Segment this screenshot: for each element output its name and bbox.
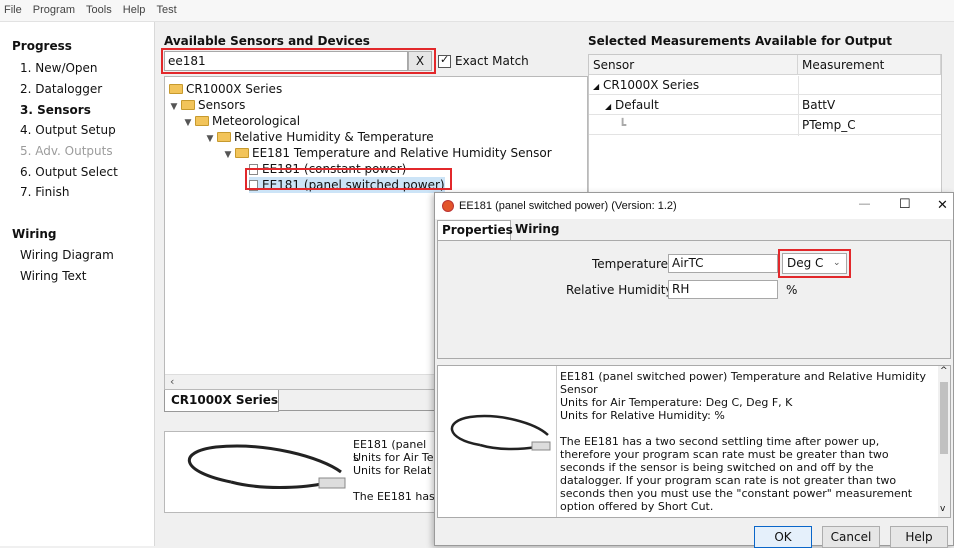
scroll-up-icon[interactable]: ^ [940,366,948,376]
description-scrollbar[interactable]: ^ v [938,366,950,517]
exact-match-label: Exact Match [455,54,529,68]
scroll-thumb[interactable] [940,382,948,454]
table-row-series[interactable]: ◢ CR1000X Series [589,76,941,95]
sensor-preview-pane: EE181 (panel s Units for Air Te Units fo… [164,431,436,513]
folder-open-icon [195,116,209,126]
menu-program[interactable]: Program [29,0,79,16]
desc-line: datalogger. If your program scan rate is… [560,474,897,487]
desc-line: Units for Relative Humidity: % [560,409,725,422]
step-output-setup[interactable]: 4. Output Setup [20,123,116,137]
wiring-diagram-link[interactable]: Wiring Diagram [20,248,114,262]
relative-humidity-label: Relative Humidity [566,283,673,297]
selected-sensor-highlight [245,168,452,190]
close-icon[interactable]: ✕ [937,197,948,213]
temperature-label: Temperature [592,257,669,271]
menu-bar: File Program Tools Help Test [0,0,954,22]
measurement-ptemp[interactable]: PTemp_C [798,116,941,135]
tab-properties[interactable]: Properties [437,220,513,240]
sensor-image [187,444,346,489]
scroll-left-icon[interactable]: ‹ [170,375,174,388]
tree-node-root[interactable]: CR1000X Series [169,81,282,97]
menu-tools[interactable]: Tools [82,0,116,16]
chevron-down-icon[interactable]: ▼ [205,131,215,147]
clear-search-button[interactable]: X [408,51,432,71]
tree-connector: ┗ [589,116,798,135]
selected-measurements-title: Selected Measurements Available for Outp… [588,34,892,48]
collapse-triangle-icon[interactable]: ◢ [593,82,599,91]
desc-line: The EE181 has a two second settling time… [560,435,880,448]
menu-file[interactable]: File [0,0,26,16]
chevron-down-icon[interactable]: ▼ [183,115,193,131]
preview-line-4: The EE181 has [353,490,435,503]
selected-measurements-table: Sensor Measurement ◢ CR1000X Series ◢ De… [588,54,942,194]
col-header-measurement[interactable]: Measurement [798,55,941,75]
step-output-select[interactable]: 6. Output Select [20,165,118,179]
chevron-down-icon[interactable]: ▼ [223,147,233,163]
sensor-properties-dialog: EE181 (panel switched power) (Version: 1… [434,192,954,548]
step-sensors[interactable]: 3. Sensors [20,103,91,117]
dialog-title: EE181 (panel switched power) (Version: 1… [459,200,677,212]
step-datalogger[interactable]: 2. Datalogger [20,82,102,96]
chevron-down-icon[interactable]: ⌄ [833,254,841,273]
step-finish[interactable]: 7. Finish [20,185,69,199]
sensor-image [450,414,551,451]
rh-units: % [786,283,798,297]
desc-line: EE181 (panel switched power) Temperature… [560,370,926,383]
description-divider [556,366,557,517]
available-sensors-title: Available Sensors and Devices [164,34,370,48]
tree-horizontal-scrollbar[interactable]: ‹ [165,374,435,389]
rh-field[interactable]: RH [668,280,778,299]
wiring-title: Wiring [12,227,57,241]
folder-open-icon [235,148,249,158]
tree-node-meteorological[interactable]: ▼ Meteorological [183,113,301,131]
col-header-sensor[interactable]: Sensor [589,55,798,75]
folder-open-icon [217,132,231,142]
tab-divider [279,410,434,411]
column-divider [798,76,799,136]
folder-open-icon [181,100,195,110]
app-icon [442,200,454,212]
wiring-text-link[interactable]: Wiring Text [20,269,87,283]
exact-match-checkbox[interactable]: ✓ [438,53,451,68]
desc-line: seconds then you must use the "constant … [560,487,913,500]
tab-wiring[interactable]: Wiring [515,222,560,236]
chevron-down-icon[interactable]: ▼ [169,99,179,115]
description-pane: EE181 (panel switched power) Temperature… [437,365,951,518]
table-row-default[interactable]: ◢ Default [589,96,798,115]
temperature-field[interactable]: AirTC [668,254,778,273]
desc-line: therefore your program scan rate must be… [560,448,889,461]
desc-line: Units for Air Temperature: Deg C, Deg F,… [560,396,793,409]
preview-line-3: Units for Relat [353,464,432,477]
checkmark-icon: ✓ [440,53,450,66]
preview-line-2: Units for Air Te [353,451,434,464]
maximize-icon[interactable]: ☐ [899,196,911,212]
scroll-down-icon[interactable]: v [940,504,945,514]
search-input[interactable]: ee181 [164,51,408,71]
measurement-battv[interactable]: BattV [798,96,941,115]
menu-help[interactable]: Help [119,0,150,16]
desc-line: Sensor [560,383,598,396]
progress-panel: Progress 1. New/Open 2. Datalogger 3. Se… [0,22,155,546]
help-button[interactable]: Help [890,526,948,548]
tab-cr1000x-series[interactable]: CR1000X Series [164,390,279,412]
ok-button[interactable]: OK [754,526,812,548]
temperature-units-dropdown[interactable]: Deg C ⌄ [782,253,847,274]
properties-panel: Temperature AirTC Deg C ⌄ Relative Humid… [437,240,951,359]
dialog-title-bar[interactable]: EE181 (panel switched power) (Version: 1… [435,193,953,219]
step-new-open[interactable]: 1. New/Open [20,61,98,75]
tree-node-ee181-group[interactable]: ▼ EE181 Temperature and Relative Humidity… [223,145,552,161]
menu-test[interactable]: Test [152,0,180,16]
tree-node-rh-temp[interactable]: ▼ Relative Humidity & Temperature [205,129,434,145]
collapse-triangle-icon[interactable]: ◢ [605,102,611,111]
desc-line: option offered by Short Cut. [560,500,714,513]
desc-line: seconds if the sensor is being switched … [560,461,874,474]
tree-node-sensors[interactable]: ▼ Sensors [169,97,246,115]
folder-open-icon [169,84,183,94]
cancel-button[interactable]: Cancel [822,526,880,548]
step-adv-outputs: 5. Adv. Outputs [20,144,113,158]
minimize-icon[interactable]: — [859,198,870,210]
progress-title: Progress [12,39,72,53]
